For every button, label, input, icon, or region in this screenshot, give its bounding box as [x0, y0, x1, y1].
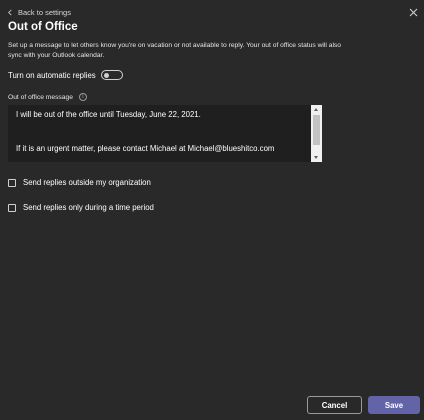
time-period-option[interactable]: Send replies only during a time period [8, 203, 154, 212]
message-label-row: Out of office message i [8, 93, 87, 101]
back-link-label: Back to settings [18, 8, 71, 17]
message-label: Out of office message [8, 93, 73, 101]
send-outside-org-option[interactable]: Send replies outside my organization [8, 178, 151, 187]
close-icon[interactable] [409, 8, 418, 17]
message-line: I will be out of the office until Tuesda… [16, 110, 201, 119]
info-icon[interactable]: i [78, 93, 87, 101]
scroll-up-arrow-icon[interactable] [314, 108, 318, 111]
time-period-checkbox[interactable] [8, 203, 16, 212]
page-title: Out of Office [8, 21, 78, 33]
scroll-down-arrow-icon[interactable] [314, 156, 318, 159]
page-description: Set up a message to let others know you'… [8, 42, 341, 59]
time-period-label: Send replies only during a time period [23, 203, 154, 212]
out-of-office-message-field[interactable]: I will be out of the office until Tuesda… [8, 105, 322, 162]
cancel-button[interactable]: Cancel [307, 396, 362, 414]
scrollbar-thumb[interactable] [313, 115, 320, 145]
automatic-replies-label: Turn on automatic replies [8, 70, 96, 80]
save-button[interactable]: Save [368, 396, 420, 414]
automatic-replies-row: Turn on automatic replies [8, 70, 123, 80]
chevron-left-icon [8, 9, 12, 16]
message-line: If it is an urgent matter, please contac… [16, 144, 275, 153]
send-outside-org-label: Send replies outside my organization [23, 178, 151, 187]
automatic-replies-toggle[interactable] [100, 70, 123, 80]
send-outside-org-checkbox[interactable] [8, 178, 16, 187]
back-to-settings-link[interactable]: Back to settings [7, 8, 71, 17]
toggle-knob [103, 72, 109, 78]
message-scrollbar[interactable] [311, 105, 322, 162]
